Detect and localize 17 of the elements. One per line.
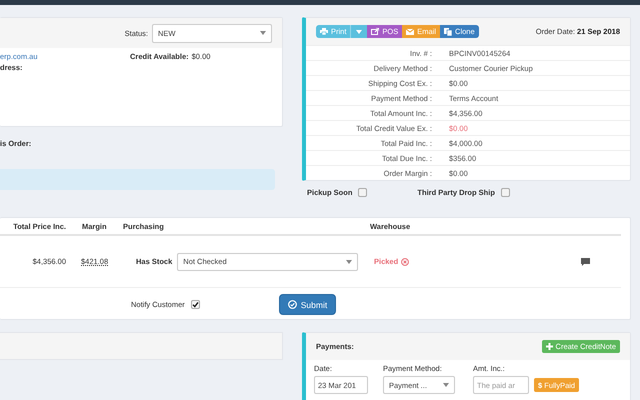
caret-icon [260,31,266,35]
dropdown-toggle[interactable] [350,25,368,38]
copy-icon [444,28,452,36]
cancel-icon [401,258,410,266]
checkbox[interactable] [190,300,200,309]
check-circle-icon [288,300,297,309]
caret-icon [356,30,362,34]
share-icon [371,28,380,35]
submit-button[interactable]: Submit [278,294,336,315]
caret-icon [346,260,352,264]
caret-icon [443,383,449,387]
plus-icon [546,343,553,350]
comment-icon[interactable] [581,258,590,266]
checkbox[interactable] [358,188,368,197]
checkbox[interactable] [500,188,510,197]
envelope-icon [406,28,414,34]
printer-icon [320,28,328,35]
